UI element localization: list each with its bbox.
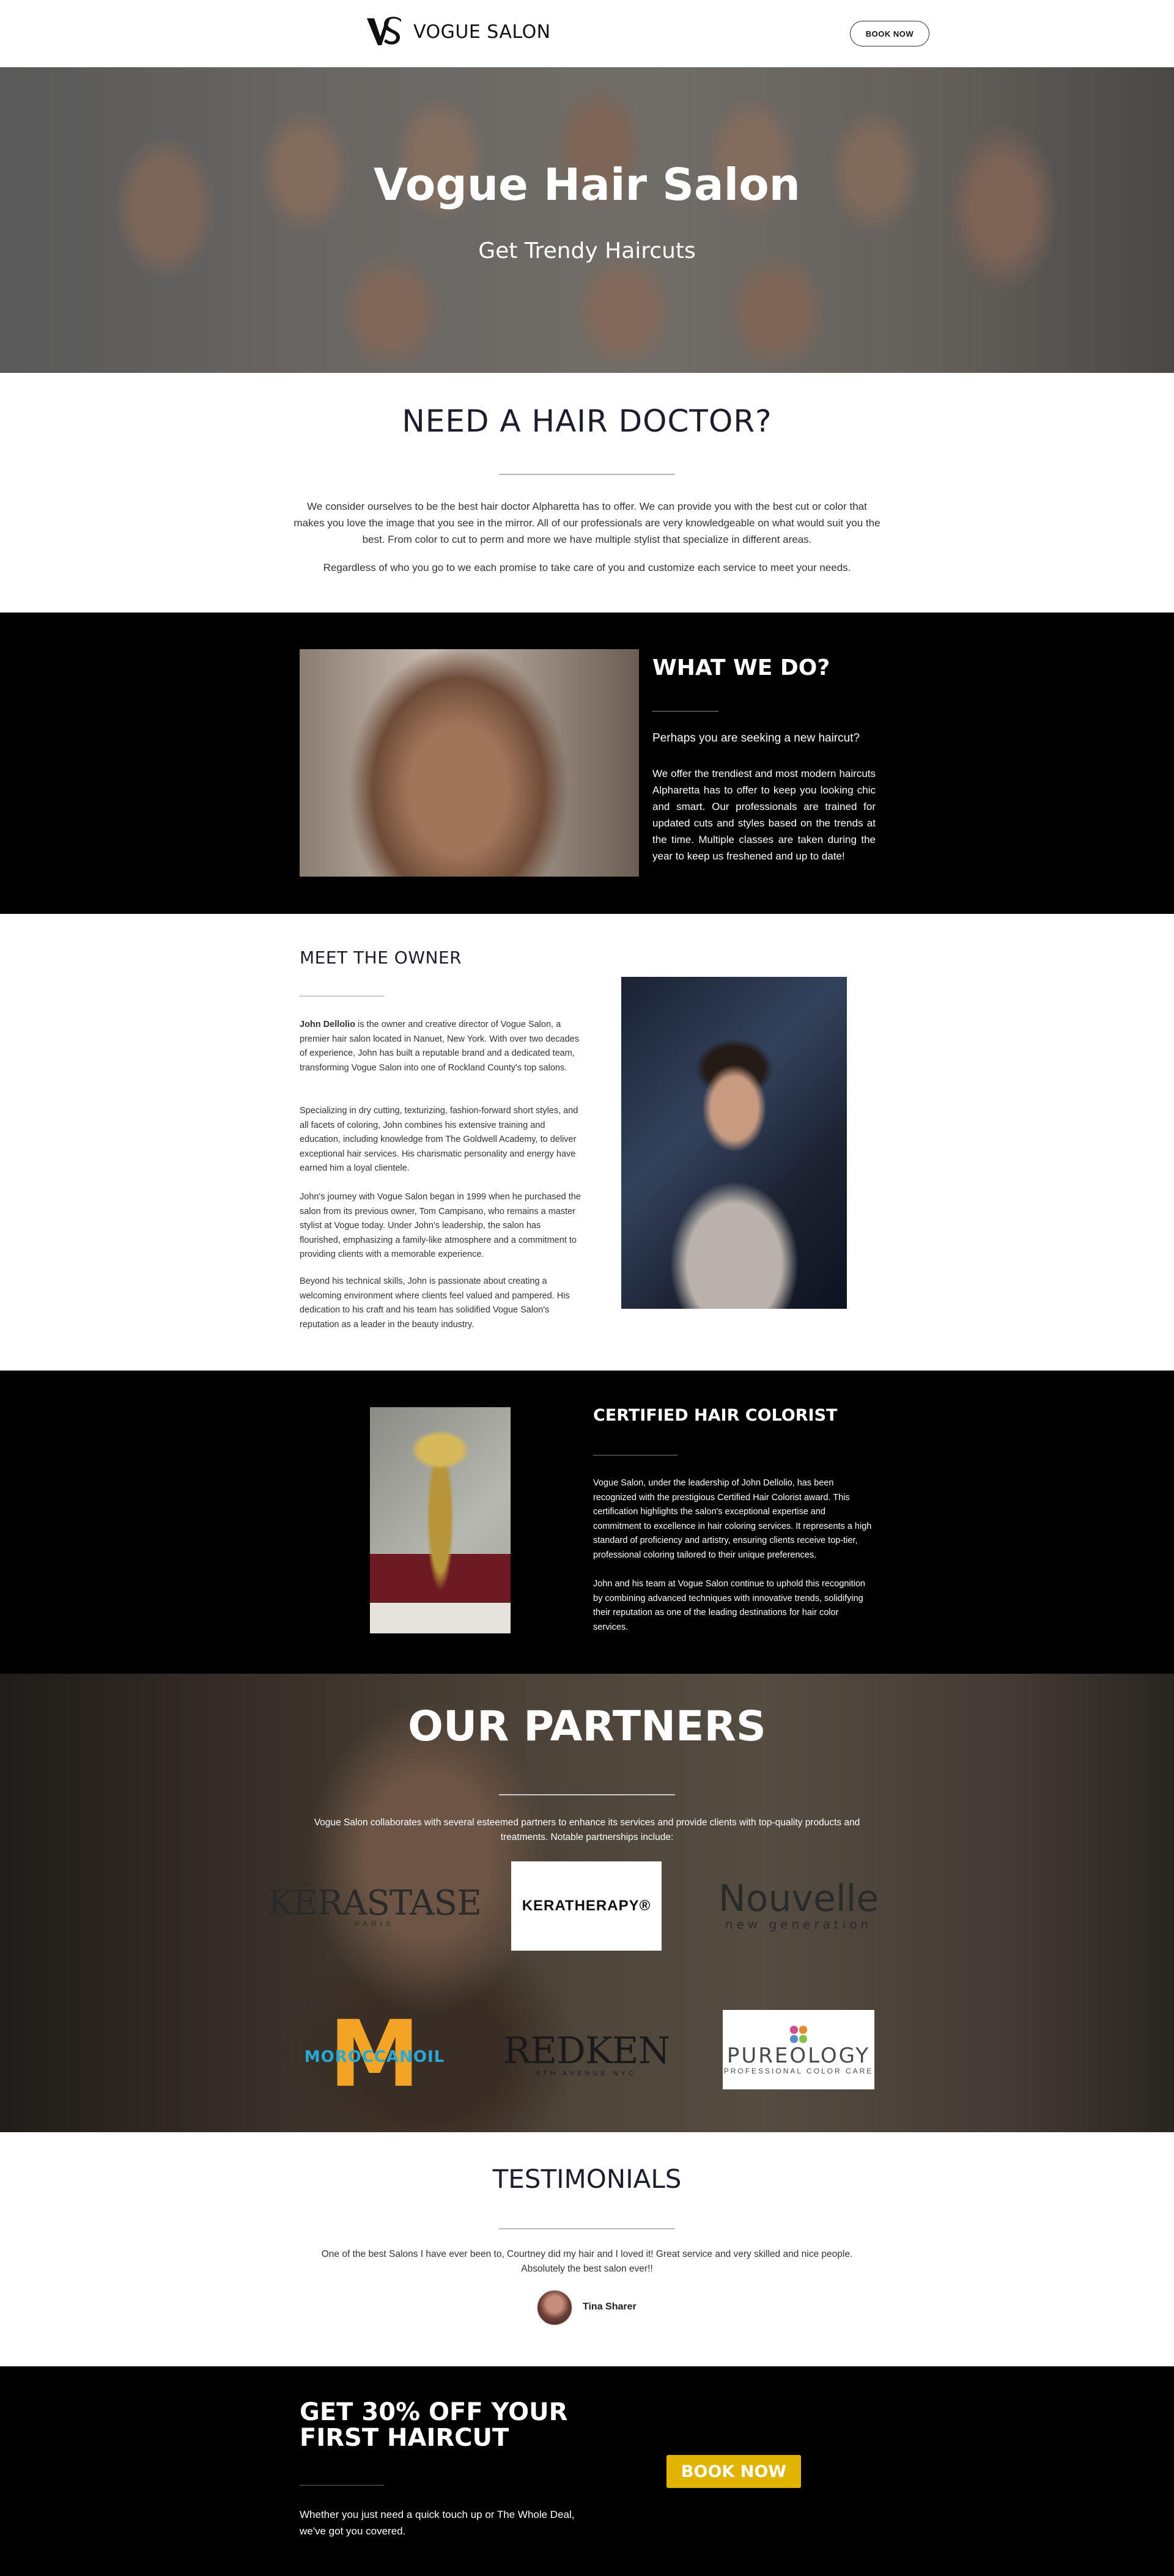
partner-logo-keratherapy: KERATHERAPY®: [511, 1861, 662, 1951]
book-now-offer-button[interactable]: BOOK NOW: [666, 2455, 801, 2488]
owner-photo: [621, 977, 847, 1309]
section-divider: [300, 2485, 384, 2486]
owner-name: John Dellolio: [300, 1020, 356, 1029]
partner-tagline: new generation: [725, 1916, 873, 1932]
logo[interactable]: VOGUE SALON: [366, 13, 551, 50]
owner-paragraph: Beyond his technical skills, John is pas…: [300, 1276, 570, 1330]
offer-section: [0, 2366, 1174, 2576]
partner-logo-redken: REDKEN 5TH AVENUE NYC: [503, 2010, 670, 2099]
hero-image: [0, 67, 1174, 373]
owner-paragraph: John Dellolio is the owner and creative …: [300, 1018, 581, 1075]
partner-logo-moroccanoil: M MOROCCANOIL: [300, 2009, 449, 2100]
owner-paragraph: John's journey with Vogue Salon began in…: [300, 1192, 581, 1259]
what-we-do-body: We offer the trendiest and most modern h…: [652, 768, 876, 862]
hero-title: Vogue Hair Salon: [374, 159, 800, 210]
section-divider: [499, 1794, 675, 1795]
trophy-photo: [370, 1407, 511, 1633]
doctor-heading: NEED A HAIR DOCTOR?: [402, 403, 772, 439]
partner-name: MOROCCANOIL: [304, 2048, 445, 2066]
haircut-photo: [300, 649, 639, 877]
pureology-flower-icon: [790, 2026, 807, 2043]
doctor-paragraph: We consider ourselves to be the best hai…: [294, 501, 880, 545]
testimonials-heading: TESTIMONIALS: [492, 2164, 682, 2194]
partner-logo-pureology: PUREOLOGY PROFESSIONAL COLOR CARE: [723, 2010, 874, 2089]
certified-paragraph: John and his team at Vogue Salon continu…: [593, 1579, 865, 1632]
brand-name: VOGUE SALON: [413, 21, 551, 43]
partners-description: Vogue Salon collaborates with several es…: [314, 1817, 860, 1842]
partner-name: PUREOLOGY: [726, 2044, 871, 2068]
partners-heading: OUR PARTNERS: [408, 1702, 766, 1751]
partner-name: KÉRASTASE: [268, 1883, 482, 1923]
certified-heading: CERTIFIED HAIR COLORIST: [593, 1406, 838, 1425]
partner-name: KERATHERAPY®: [522, 1897, 651, 1914]
certified-section: [0, 1371, 1174, 1674]
partner-logo-nouvelle: Nouvelle new generation: [718, 1861, 879, 1950]
testimonial-quote: One of the best Salons I have ever been …: [321, 2249, 853, 2274]
offer-heading: GET 30% OFF YOUR FIRST HAIRCUT: [300, 2398, 568, 2452]
partner-name: Nouvelle: [718, 1877, 879, 1920]
partner-tagline: 5TH AVENUE NYC: [536, 2070, 637, 2077]
book-now-button[interactable]: BOOK NOW: [850, 21, 929, 46]
offer-body: Whether you just need a quick touch up o…: [300, 2509, 575, 2537]
what-we-do-heading: WHAT WE DO?: [652, 655, 830, 680]
owner-heading: MEET THE OWNER: [300, 948, 462, 968]
partner-logo-kerastase: KÉRASTASE PARIS: [268, 1861, 482, 1950]
partner-tagline: PROFESSIONAL COLOR CARE: [723, 2067, 874, 2075]
section-divider: [499, 2228, 675, 2229]
section-divider: [499, 474, 675, 475]
vs-monogram-icon: [367, 17, 401, 45]
owner-paragraph: Specializing in dry cutting, texturizing…: [300, 1106, 578, 1173]
avatar: [536, 2289, 573, 2326]
hero-subtitle: Get Trendy Haircuts: [478, 238, 696, 263]
partner-name: REDKEN: [503, 2030, 670, 2072]
section-divider: [652, 711, 718, 712]
certified-paragraph: Vogue Salon, under the leadership of Joh…: [593, 1478, 872, 1560]
site-header: [0, 0, 1174, 67]
doctor-paragraph: Regardless of who you go to we each prom…: [323, 562, 851, 573]
testimonial-author: Tina Sharer: [583, 2302, 637, 2312]
partner-tagline: PARIS: [354, 1919, 395, 1928]
what-we-do-question: Perhaps you are seeking a new haircut?: [652, 732, 860, 745]
